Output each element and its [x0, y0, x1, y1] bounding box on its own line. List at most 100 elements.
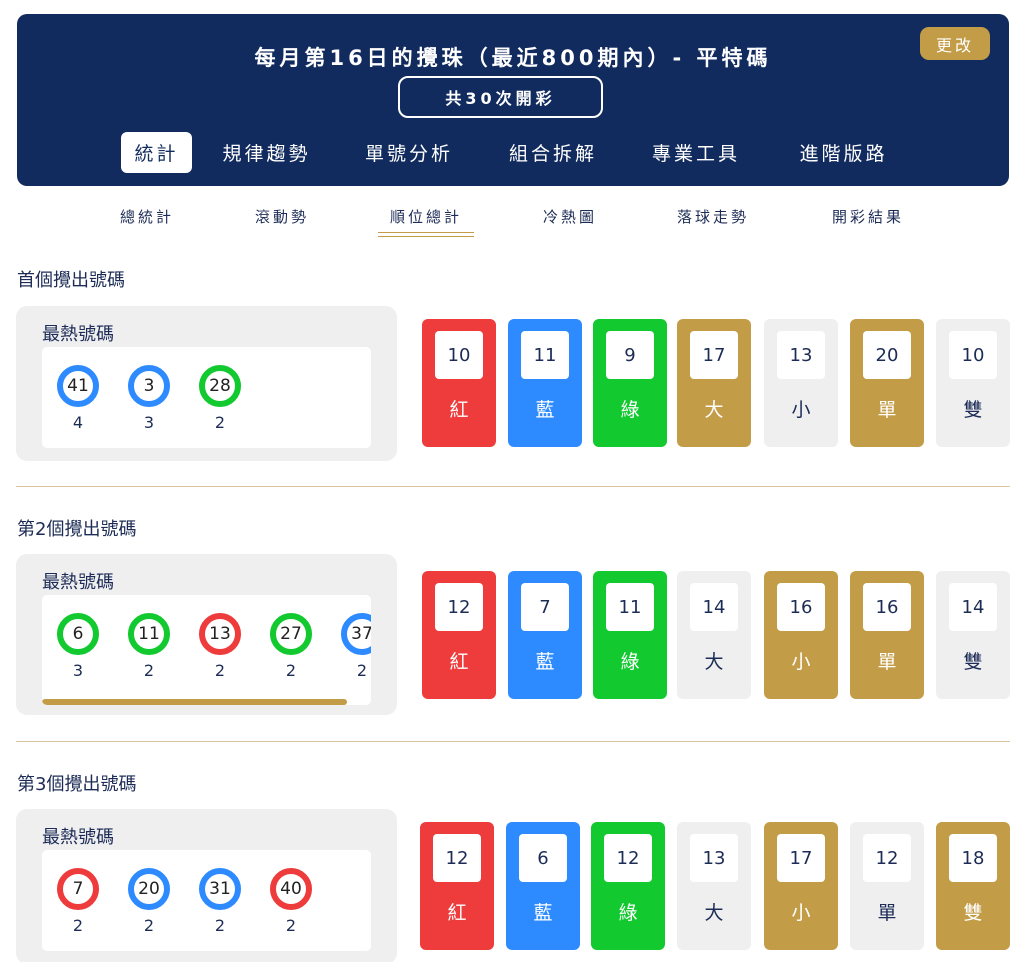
stat-tile-green: 11 綠 [593, 571, 667, 699]
tile-label: 雙 [963, 651, 983, 673]
tab-single-number[interactable]: 單號分析 [341, 132, 477, 173]
main-tabs: 統計 規律趨勢 單號分析 組合拆解 專業工具 進階版路 [121, 132, 916, 173]
hot-ball-item: 7 2 [56, 868, 100, 935]
hot-numbers-list[interactable]: 6 3 11 2 13 2 27 2 37 2 [42, 595, 371, 705]
number-ball: 7 [57, 868, 99, 910]
hot-numbers-card: 最熱號碼 6 3 11 2 13 2 27 2 37 2 [16, 554, 397, 715]
tab-advanced-road[interactable]: 進階版路 [771, 132, 916, 173]
tile-value: 10 [435, 331, 483, 379]
hot-ball-item: 31 2 [198, 868, 242, 935]
hot-numbers-card: 最熱號碼 7 2 20 2 31 2 40 2 [16, 809, 397, 962]
horizontal-scrollbar[interactable] [42, 699, 347, 705]
stat-tile-big: 13 大 [677, 822, 751, 950]
tile-value: 13 [777, 331, 825, 379]
ball-count: 2 [214, 661, 226, 680]
tile-value: 12 [435, 583, 483, 631]
ball-count: 3 [143, 413, 155, 432]
number-ball: 37 [341, 613, 371, 655]
number-ball: 28 [199, 365, 241, 407]
tile-label: 紅 [449, 651, 469, 673]
ball-count: 2 [356, 661, 368, 680]
hot-ball-item: 27 2 [269, 613, 313, 680]
section-title: 首個攪出號碼 [17, 270, 125, 291]
ball-count: 2 [214, 413, 226, 432]
section-title: 第2個攪出號碼 [17, 519, 137, 540]
tile-label: 藍 [535, 651, 555, 673]
hot-ball-item: 37 2 [340, 613, 371, 680]
hot-numbers-list: 7 2 20 2 31 2 40 2 [42, 850, 371, 951]
hot-ball-item: 11 2 [127, 613, 171, 680]
tab-pro-tools[interactable]: 專業工具 [629, 132, 763, 173]
tile-label: 大 [704, 399, 724, 421]
stat-tile-big: 17 大 [677, 319, 751, 447]
ball-count: 2 [72, 916, 84, 935]
hot-numbers-title: 最熱號碼 [42, 324, 114, 345]
stat-tile-big: 14 大 [677, 571, 751, 699]
tile-label: 小 [791, 902, 811, 924]
hot-numbers-list: 41 4 3 3 28 2 [42, 347, 371, 448]
tile-value: 7 [521, 583, 569, 631]
subtab-hot-cold-map[interactable]: 冷熱圖 [543, 206, 597, 227]
tab-combination[interactable]: 組合拆解 [485, 132, 621, 173]
tile-label: 單 [877, 651, 897, 673]
hot-ball-item: 6 3 [56, 613, 100, 680]
tile-label: 單 [877, 399, 897, 421]
tile-value: 12 [433, 834, 481, 882]
hot-ball-item: 20 2 [127, 868, 171, 935]
tile-label: 大 [704, 902, 724, 924]
tile-label: 單 [877, 902, 897, 924]
tile-label: 藍 [535, 399, 555, 421]
hot-numbers-card: 最熱號碼 41 4 3 3 28 2 [16, 306, 397, 461]
tile-value: 17 [690, 331, 738, 379]
tab-pattern-trend[interactable]: 規律趨勢 [200, 132, 333, 173]
stat-tile-small: 16 小 [764, 571, 838, 699]
number-ball: 40 [270, 868, 312, 910]
tab-statistics[interactable]: 統計 [121, 132, 192, 173]
sub-tabs: 總統計 滾動勢 順位總計 冷熱圖 落球走勢 開彩結果 [0, 206, 1023, 237]
tile-value: 14 [949, 583, 997, 631]
tile-value: 14 [690, 583, 738, 631]
ball-count: 2 [285, 661, 297, 680]
number-ball: 41 [57, 365, 99, 407]
ball-count: 2 [214, 916, 226, 935]
ball-count: 2 [285, 916, 297, 935]
tile-value: 11 [521, 331, 569, 379]
tile-value: 12 [863, 834, 911, 882]
tile-value: 11 [606, 583, 654, 631]
change-button[interactable]: 更改 [920, 27, 990, 60]
tile-label: 藍 [533, 902, 553, 924]
section-divider [16, 741, 1010, 742]
stat-tile-small: 13 小 [764, 319, 838, 447]
subtab-total-stats[interactable]: 總統計 [120, 206, 174, 227]
subtab-rolling-trend[interactable]: 滾動勢 [255, 206, 309, 227]
number-ball: 3 [128, 365, 170, 407]
subtab-ball-trend[interactable]: 落球走勢 [677, 206, 749, 227]
stat-tile-blue: 6 藍 [506, 822, 580, 950]
tile-value: 20 [863, 331, 911, 379]
stat-tile-odd: 16 單 [850, 571, 924, 699]
tile-value: 16 [863, 583, 911, 631]
subtab-draw-results[interactable]: 開彩結果 [832, 206, 904, 227]
tile-label: 雙 [963, 902, 983, 924]
tile-label: 大 [704, 651, 724, 673]
subtab-position-total[interactable]: 順位總計 [377, 206, 475, 237]
tile-value: 13 [690, 834, 738, 882]
stat-tile-blue: 11 藍 [508, 319, 582, 447]
section-title: 第3個攪出號碼 [17, 774, 137, 795]
stat-tile-red: 10 紅 [422, 319, 496, 447]
tile-value: 17 [777, 834, 825, 882]
tile-label: 小 [791, 651, 811, 673]
number-ball: 6 [57, 613, 99, 655]
number-ball: 11 [128, 613, 170, 655]
tile-value: 10 [949, 331, 997, 379]
hot-ball-item: 13 2 [198, 613, 242, 680]
number-ball: 27 [270, 613, 312, 655]
tile-label: 小 [791, 399, 811, 421]
tile-label: 紅 [447, 902, 467, 924]
ball-count: 2 [143, 916, 155, 935]
tile-label: 雙 [963, 399, 983, 421]
page-title: 每月第16日的攪珠（最近800期內）- 平特碼 [254, 46, 772, 70]
stat-tile-even: 18 雙 [936, 822, 1010, 950]
stat-tile-red: 12 紅 [420, 822, 494, 950]
tile-label: 綠 [618, 902, 638, 924]
